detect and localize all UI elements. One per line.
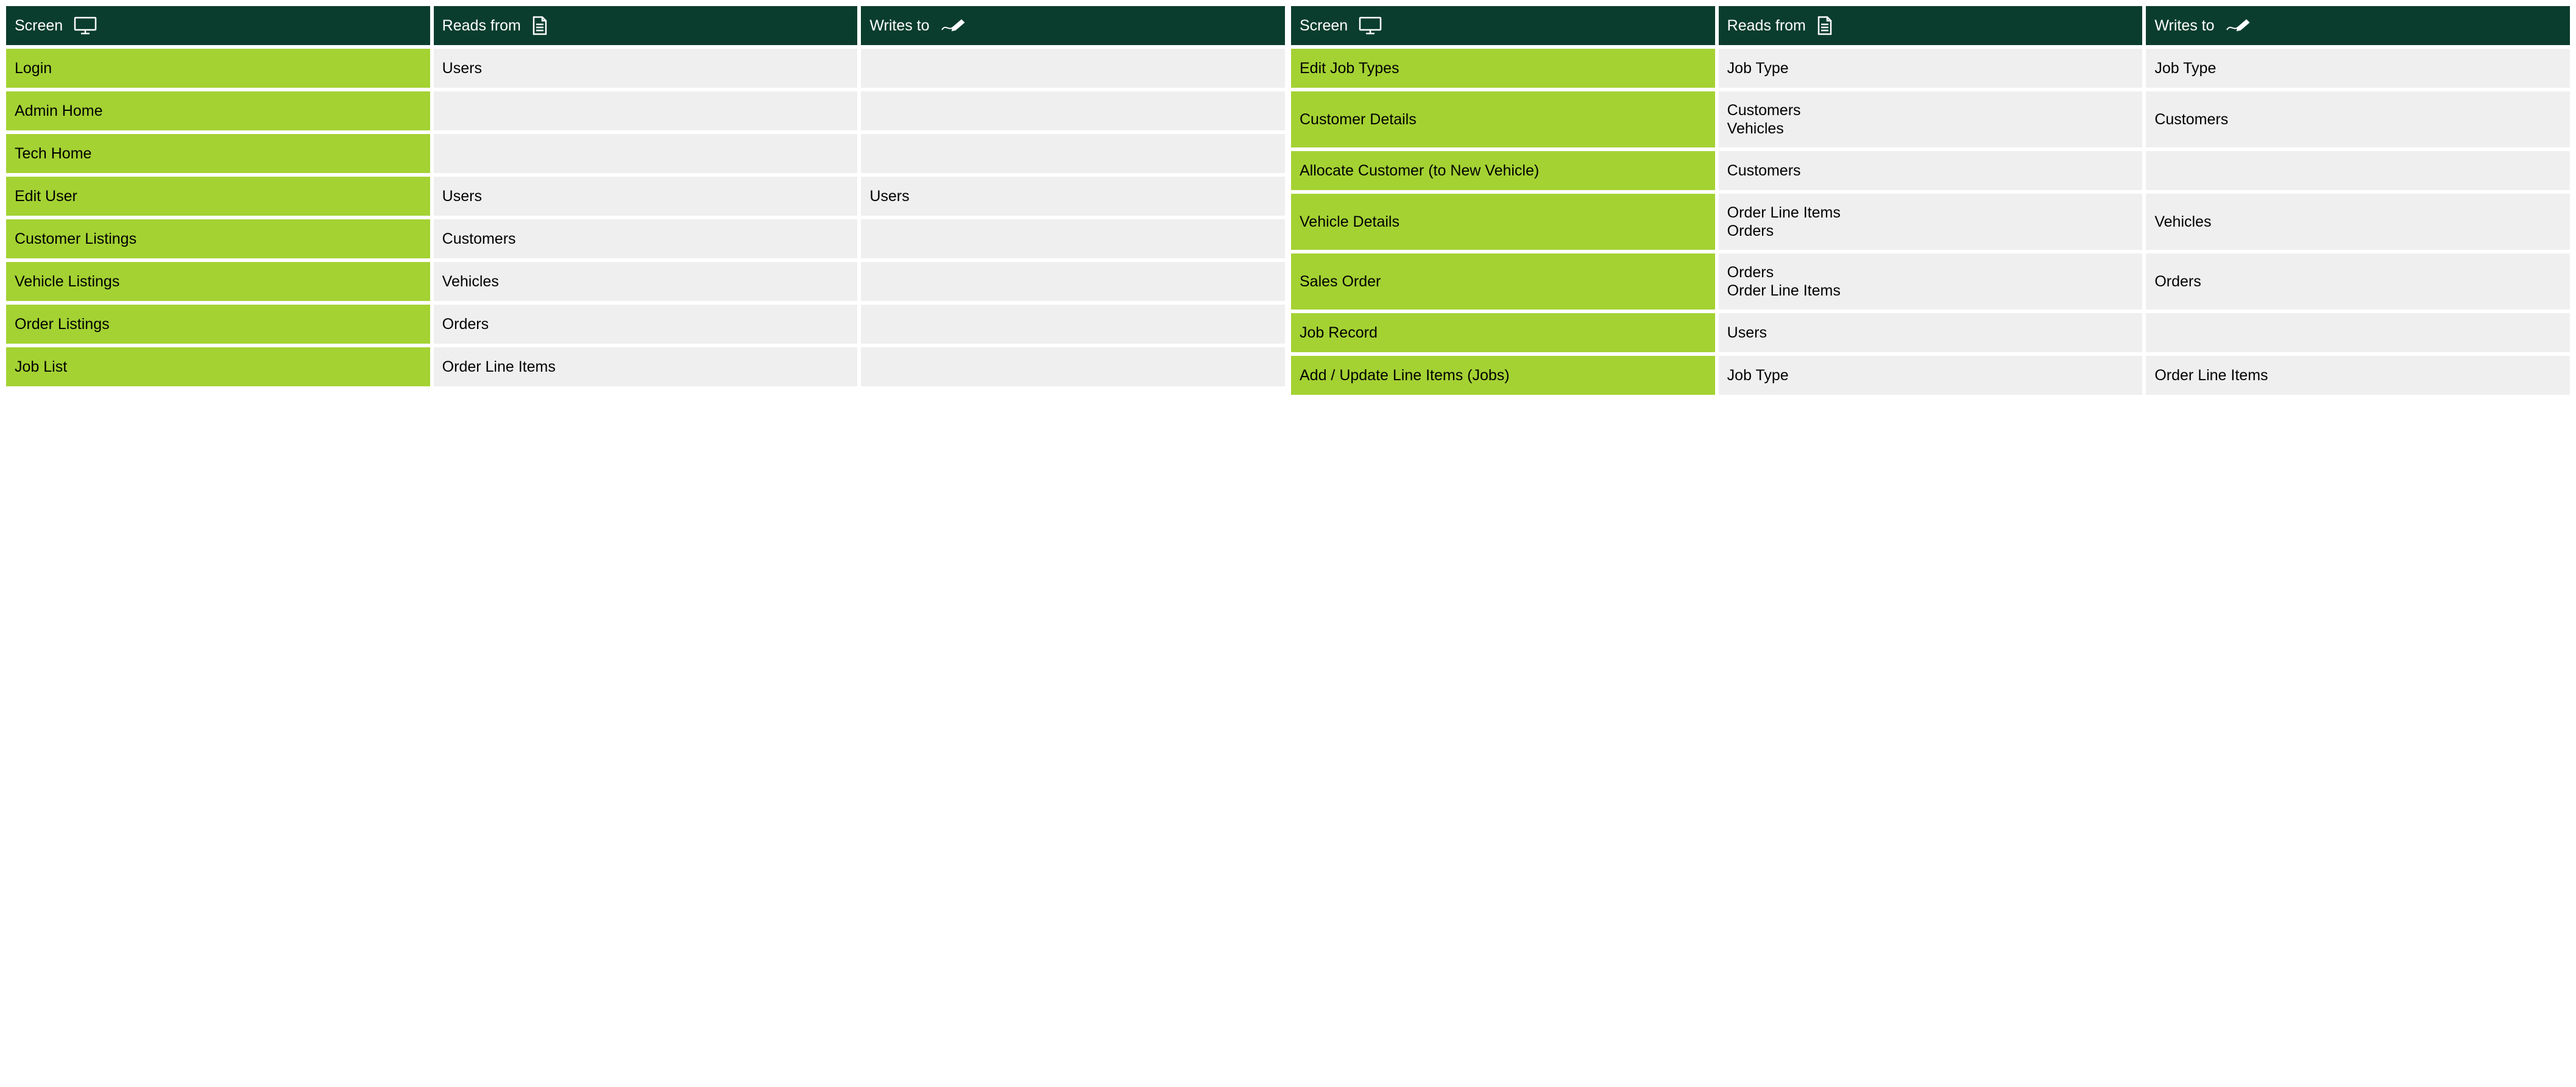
cell-writes: Customers — [2146, 91, 2570, 147]
cell-reads: Vehicles — [434, 262, 858, 301]
cell-writes — [2146, 313, 2570, 352]
cell-reads: Users — [434, 177, 858, 216]
cell-writes — [861, 134, 1285, 173]
header-writes-label: Writes to — [869, 16, 929, 35]
cell-screen: Admin Home — [6, 91, 430, 130]
tables-wrap: Screen Reads from — [6, 6, 2570, 395]
cell-reads: Job Type — [1719, 356, 2143, 395]
cell-writes — [861, 219, 1285, 258]
cell-screen: Login — [6, 49, 430, 88]
header-writes-label: Writes to — [2154, 16, 2214, 35]
cell-screen: Vehicle Details — [1291, 194, 1715, 250]
cell-screen: Tech Home — [6, 134, 430, 173]
header-screen: Screen — [6, 6, 430, 45]
header-reads: Reads from — [1719, 6, 2143, 45]
header-reads-label: Reads from — [1727, 16, 1806, 35]
cell-writes — [861, 49, 1285, 88]
cell-screen: Job Record — [1291, 313, 1715, 352]
table-row: Edit Job TypesJob TypeJob Type — [1291, 49, 2570, 88]
pen-write-icon — [2226, 18, 2250, 34]
cell-reads: Orders — [434, 305, 858, 344]
header-writes: Writes to — [861, 6, 1285, 45]
document-icon — [1817, 16, 1833, 35]
table-row: Vehicle DetailsOrder Line Items OrdersVe… — [1291, 194, 2570, 250]
table-row: Customer ListingsCustomers — [6, 219, 1285, 258]
pen-write-icon — [941, 18, 965, 34]
cell-screen: Sales Order — [1291, 253, 1715, 310]
table-row: Edit UserUsersUsers — [6, 177, 1285, 216]
cell-reads: Orders Order Line Items — [1719, 253, 2143, 310]
table-row: Customer DetailsCustomers VehiclesCustom… — [1291, 91, 2570, 147]
cell-writes — [861, 262, 1285, 301]
header-row: Screen Reads from — [6, 6, 1285, 45]
table-row: Job RecordUsers — [1291, 313, 2570, 352]
cell-writes: Order Line Items — [2146, 356, 2570, 395]
cell-writes: Job Type — [2146, 49, 2570, 88]
header-screen-label: Screen — [1300, 16, 1348, 35]
cell-reads — [434, 91, 858, 130]
cell-screen: Edit Job Types — [1291, 49, 1715, 88]
table-row: Tech Home — [6, 134, 1285, 173]
table-left: Screen Reads from — [6, 6, 1285, 395]
cell-writes: Vehicles — [2146, 194, 2570, 250]
table-row: Admin Home — [6, 91, 1285, 130]
cell-writes: Orders — [2146, 253, 2570, 310]
header-row: Screen Reads from — [1291, 6, 2570, 45]
table-row: Vehicle ListingsVehicles — [6, 262, 1285, 301]
document-icon — [532, 16, 548, 35]
header-writes: Writes to — [2146, 6, 2570, 45]
cell-screen: Customer Listings — [6, 219, 430, 258]
cell-screen: Allocate Customer (to New Vehicle) — [1291, 151, 1715, 190]
cell-screen: Add / Update Line Items (Jobs) — [1291, 356, 1715, 395]
table-row: Allocate Customer (to New Vehicle)Custom… — [1291, 151, 2570, 190]
cell-screen: Edit User — [6, 177, 430, 216]
header-reads: Reads from — [434, 6, 858, 45]
cell-reads: Users — [1719, 313, 2143, 352]
cell-writes — [2146, 151, 2570, 190]
cell-reads: Customers — [434, 219, 858, 258]
table-row: Order ListingsOrders — [6, 305, 1285, 344]
cell-screen: Vehicle Listings — [6, 262, 430, 301]
table-right: Screen Reads from — [1291, 6, 2570, 395]
cell-writes — [861, 91, 1285, 130]
cell-screen: Order Listings — [6, 305, 430, 344]
cell-screen: Job List — [6, 347, 430, 386]
cell-reads: Order Line Items — [434, 347, 858, 386]
table-row: Job ListOrder Line Items — [6, 347, 1285, 386]
cell-reads: Customers — [1719, 151, 2143, 190]
cell-writes: Users — [861, 177, 1285, 216]
table-row: LoginUsers — [6, 49, 1285, 88]
header-screen-label: Screen — [15, 16, 63, 35]
cell-reads: Job Type — [1719, 49, 2143, 88]
header-screen: Screen — [1291, 6, 1715, 45]
monitor-icon — [1359, 16, 1382, 35]
cell-writes — [861, 305, 1285, 344]
table-row: Sales OrderOrders Order Line ItemsOrders — [1291, 253, 2570, 310]
table-row: Add / Update Line Items (Jobs)Job TypeOr… — [1291, 356, 2570, 395]
cell-reads: Order Line Items Orders — [1719, 194, 2143, 250]
cell-writes — [861, 347, 1285, 386]
cell-screen: Customer Details — [1291, 91, 1715, 147]
cell-reads — [434, 134, 858, 173]
header-reads-label: Reads from — [442, 16, 521, 35]
monitor-icon — [74, 16, 97, 35]
cell-reads: Users — [434, 49, 858, 88]
cell-reads: Customers Vehicles — [1719, 91, 2143, 147]
